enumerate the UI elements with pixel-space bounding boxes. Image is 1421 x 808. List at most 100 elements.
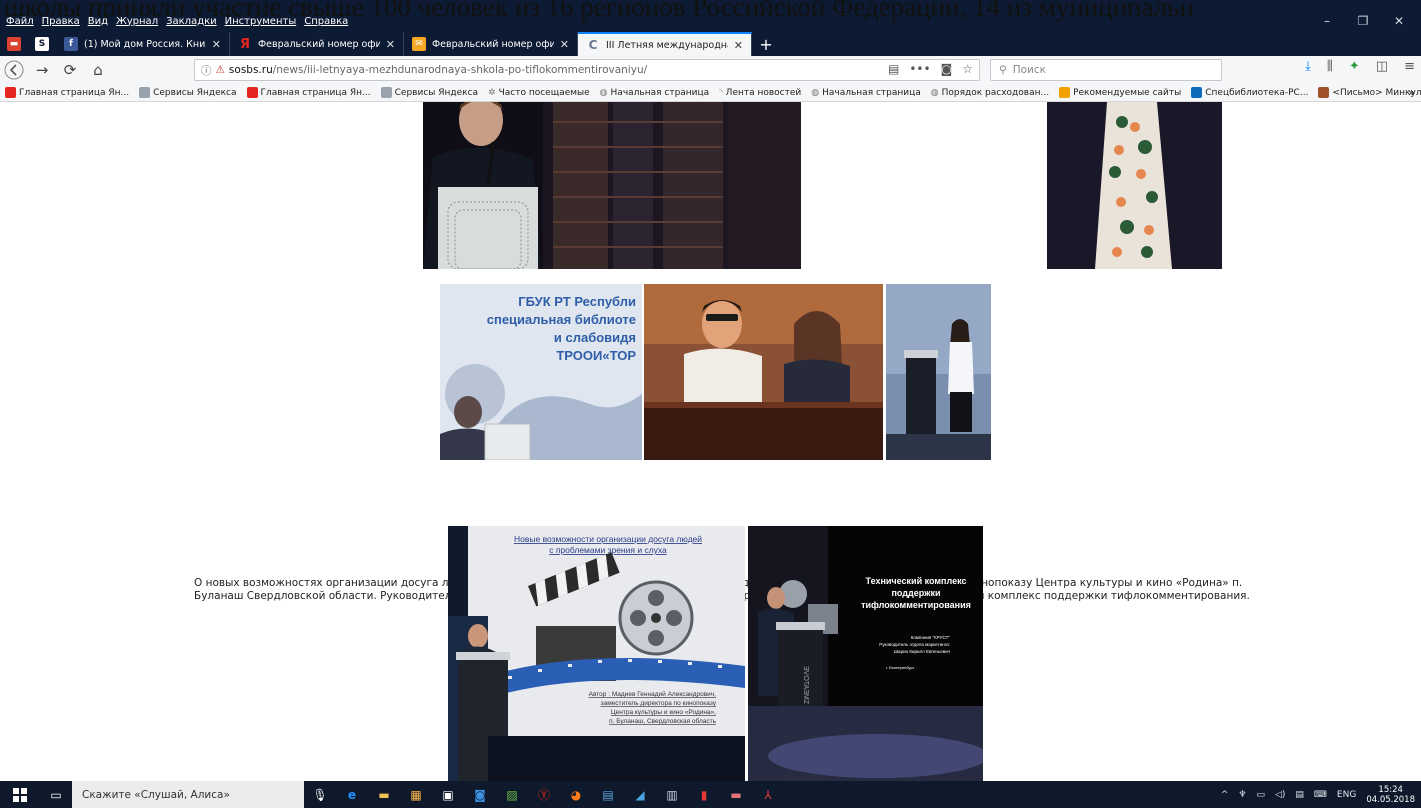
minimize-button[interactable]: –: [1309, 10, 1345, 32]
bookmark-item[interactable]: ✲ Часто посещаемые: [483, 88, 595, 98]
firefox-icon[interactable]: ◕: [560, 781, 592, 808]
menu-tools[interactable]: Инструменты: [221, 16, 301, 27]
bookmarks-overflow-icon[interactable]: »: [1408, 86, 1415, 99]
file-explorer-icon[interactable]: ▬: [368, 781, 400, 808]
navigation-bar: → ⟳ ⌂ ⓘ ⚠ sosbs.ru /news/iii-letnyaya-me…: [0, 56, 1421, 84]
addon-icon[interactable]: ✦: [1349, 59, 1360, 74]
yandex-icon: Я: [239, 36, 250, 52]
gear-icon: ✲: [488, 87, 496, 98]
pocket-icon[interactable]: ◙: [941, 62, 953, 76]
sidebar-icon[interactable]: ◫: [1376, 59, 1388, 74]
close-icon[interactable]: ✕: [734, 39, 743, 52]
page-actions-icon[interactable]: •••: [909, 62, 930, 76]
reload-button[interactable]: ⟳: [56, 57, 84, 83]
bookmark-item[interactable]: ◝ Лента новостей: [714, 88, 806, 98]
yandex-browser-icon[interactable]: Ⓨ: [528, 781, 560, 808]
volume-icon[interactable]: ◁): [1275, 790, 1285, 800]
tab-mail[interactable]: ✉ Февральский номер официа ✕: [404, 32, 578, 56]
presentation-app-icon[interactable]: ▬: [720, 781, 752, 808]
tab-label: (1) Мой дом Россия. Книжны: [84, 38, 206, 50]
bookmark-item[interactable]: Сервисы Яндекса: [376, 87, 483, 98]
photos-app-icon[interactable]: ▤: [592, 781, 624, 808]
close-icon[interactable]: ✕: [212, 38, 221, 51]
notes-app-icon[interactable]: ◢: [624, 781, 656, 808]
menu-bookmarks[interactable]: Закладки: [162, 16, 221, 27]
bookmark-item[interactable]: Спецбиблиотека-РС...: [1186, 87, 1313, 98]
tab-bar: ▬ S f (1) Мой дом Россия. Книжны ✕ Я Фев…: [0, 32, 1421, 56]
edge-icon[interactable]: e: [336, 781, 368, 808]
rss-icon: ◝: [719, 87, 723, 98]
clock[interactable]: 15:24 04.05.2018: [1366, 785, 1415, 805]
battery-icon[interactable]: ▭: [1256, 790, 1265, 800]
tab-yandex-mail[interactable]: Я Февральский номер официал ✕: [230, 32, 404, 56]
bookmark-item[interactable]: Сервисы Яндекса: [134, 87, 241, 98]
url-path: /news/iii-letnyaya-mezhdunarodnaya-shkol…: [272, 64, 648, 76]
facebook-icon: f: [64, 37, 78, 51]
close-icon[interactable]: ✕: [386, 38, 395, 51]
reader-view-icon[interactable]: ▤: [888, 62, 899, 76]
windows-taskbar: ▭ Скажите «Слушай, Алиса» 🎙 e ▬ ▦ ▣ ◙ ▨ …: [0, 781, 1421, 808]
search-input[interactable]: ⚲ Поиск: [990, 59, 1222, 81]
info-icon[interactable]: ⓘ: [201, 63, 212, 78]
photo-woman-floral-dress[interactable]: [1047, 102, 1222, 269]
store-icon[interactable]: ▣: [432, 781, 464, 808]
clock-time: 15:24: [1378, 784, 1403, 795]
slide-author-line-4: п. Буланаш, Свердловская область: [609, 717, 716, 725]
forward-button[interactable]: →: [28, 57, 56, 83]
bing-icon: [1059, 87, 1071, 98]
back-button[interactable]: [0, 57, 28, 83]
bookmark-star-icon[interactable]: ☆: [962, 62, 973, 76]
maximize-button[interactable]: ❐: [1345, 10, 1381, 32]
new-tab-button[interactable]: +: [752, 32, 780, 56]
tray-arrow-icon[interactable]: ^: [1221, 790, 1229, 800]
start-button[interactable]: [0, 781, 40, 808]
bookmark-item[interactable]: ◍ Начальная страница: [806, 88, 926, 98]
menu-view[interactable]: Вид: [84, 16, 112, 27]
mail-icon: ✉: [412, 37, 426, 51]
bookmark-item[interactable]: Главная страница Ян...: [0, 87, 134, 98]
media-icon[interactable]: ◙: [464, 781, 496, 808]
network-icon[interactable]: ♆: [1238, 790, 1246, 800]
bookmark-item[interactable]: Рекомендуемые сайты: [1054, 87, 1186, 98]
bookmark-item[interactable]: <Письмо> Минкульт...: [1313, 87, 1421, 98]
tab-facebook[interactable]: f (1) Мой дом Россия. Книжны ✕: [56, 32, 230, 56]
tab-label: III Летняя международная шк: [606, 39, 728, 51]
menu-edit[interactable]: Правка: [38, 16, 84, 27]
menu-file[interactable]: Файл: [0, 16, 38, 27]
menu-history[interactable]: Журнал: [112, 16, 162, 27]
tab-active-sosbs[interactable]: C III Летняя международная шк ✕: [578, 32, 752, 56]
close-window-button[interactable]: ✕: [1381, 10, 1417, 32]
task-view-icon[interactable]: ▭: [40, 781, 72, 808]
chart-app-icon[interactable]: ▮: [688, 781, 720, 808]
bookmark-item[interactable]: ◍ Порядок расходован...: [926, 88, 1054, 98]
pinned-tab-2[interactable]: S: [28, 32, 56, 56]
download-icon[interactable]: ⤓: [1305, 59, 1311, 74]
word-app-icon[interactable]: ▥: [656, 781, 688, 808]
microphone-icon[interactable]: 🎙: [304, 781, 336, 808]
alice-search-box[interactable]: Скажите «Слушай, Алиса»: [72, 781, 304, 808]
library-icon[interactable]: ⫼: [1327, 59, 1333, 74]
pdf-app-icon[interactable]: ⅄: [752, 781, 784, 808]
app-grid-icon[interactable]: ▦: [400, 781, 432, 808]
page-content: ГБУК РТ Республи специальная библиоте и …: [0, 102, 1421, 781]
photo-leisure-slide[interactable]: Новые возможности организации досуга люд…: [448, 526, 745, 781]
photo-couple-at-table[interactable]: [644, 284, 883, 460]
notifications-icon[interactable]: ▤: [1295, 790, 1304, 800]
back-arrow-icon: [4, 60, 24, 80]
menu-help[interactable]: Справка: [300, 16, 352, 27]
keyboard-icon[interactable]: ⌨: [1314, 790, 1327, 800]
image-app-icon[interactable]: ▨: [496, 781, 528, 808]
language-indicator[interactable]: ENG: [1337, 790, 1356, 800]
bookmark-item[interactable]: Главная страница Ян...: [242, 87, 376, 98]
address-bar[interactable]: ⓘ ⚠ sosbs.ru /news/iii-letnyaya-mezhduna…: [194, 59, 980, 81]
photo-gbuk-slide[interactable]: ГБУК РТ Республи специальная библиоте и …: [440, 284, 642, 460]
photo-technical-complex-slide[interactable]: Технический комплекс поддержки тифлокомм…: [748, 526, 983, 781]
bookmark-item[interactable]: ◍ Начальная страница: [595, 88, 715, 98]
home-button[interactable]: ⌂: [84, 57, 112, 83]
pinned-tab-1[interactable]: ▬: [0, 32, 28, 56]
photo-speaker-library[interactable]: [423, 102, 801, 269]
menu-icon[interactable]: ≡: [1404, 59, 1415, 74]
photo-woman-podium[interactable]: [886, 284, 991, 460]
bookmarks-toolbar: Главная страница Ян... Сервисы Яндекса Г…: [0, 84, 1421, 102]
close-icon[interactable]: ✕: [560, 38, 569, 51]
